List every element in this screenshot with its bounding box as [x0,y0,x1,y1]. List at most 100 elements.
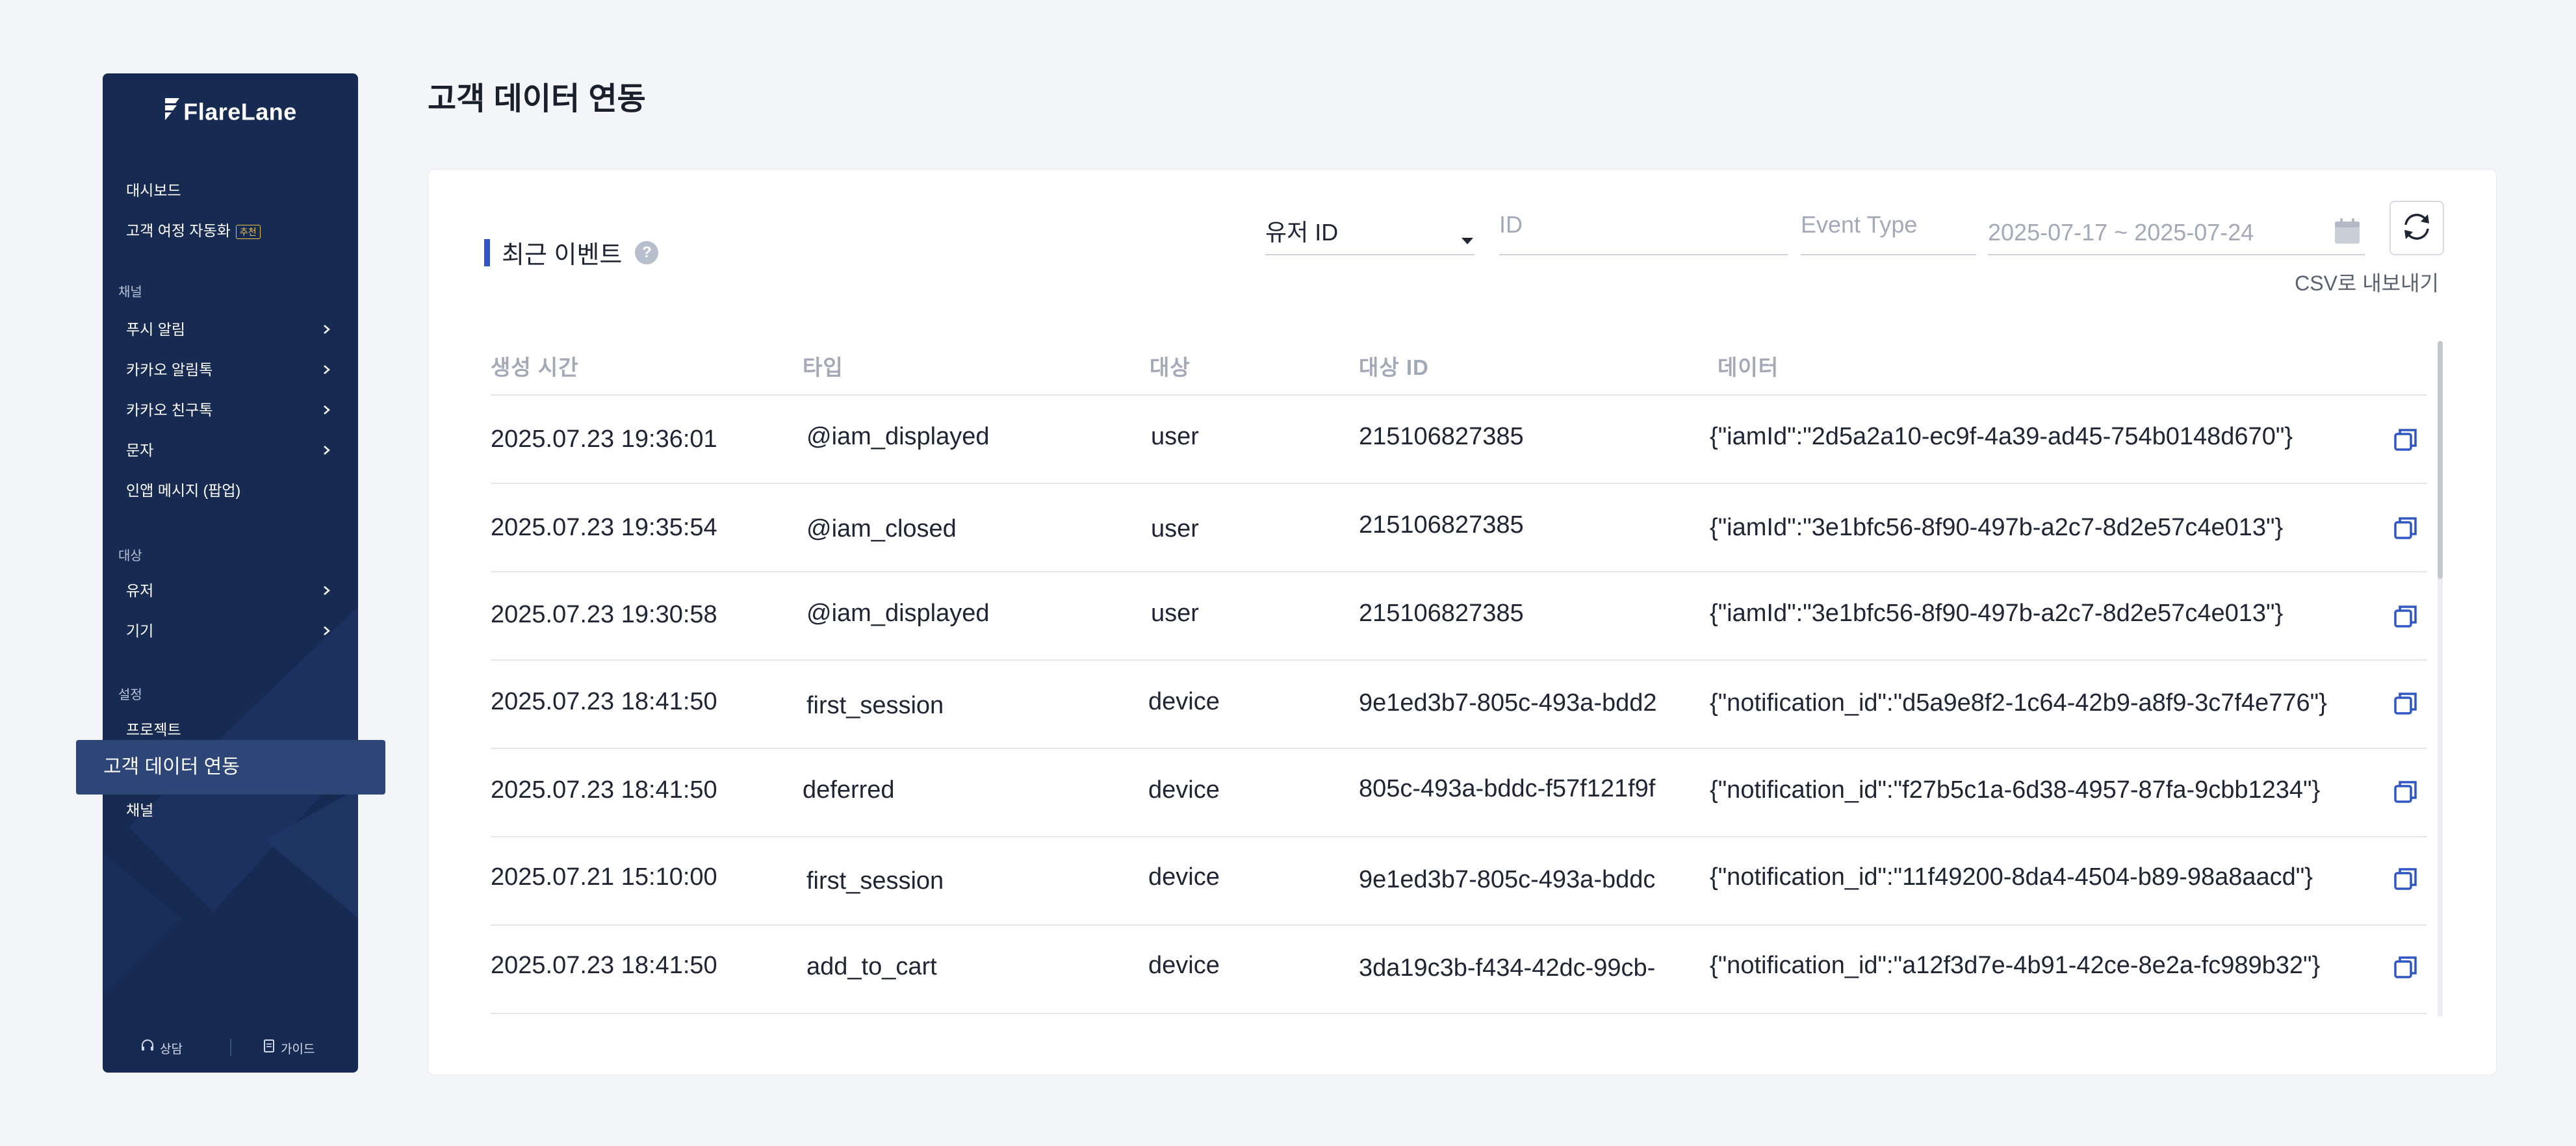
csv-export-link[interactable]: CSV로 내보내기 [2295,267,2439,297]
table-row[interactable]: 2025.07.23 18:41:50 add_to_cart device 3… [491,926,2427,1014]
chevron-right-icon [318,436,334,465]
cell-target: device [1148,776,1220,804]
cell-target: user [1151,423,1199,450]
sidebar-section-channel: 채널 [118,285,142,299]
cell-data: {"iamId":"2d5a2a10-ec9f-4a39-ad45-754b01… [1710,423,2293,450]
cell-created: 2025.07.23 18:41:50 [491,952,717,979]
sidebar-item-label: 푸시 알림 [126,321,186,338]
cell-data: {"iamId":"3e1bfc56-8f90-497b-a2c7-8d2e57… [1710,600,2284,627]
card-title: 최근 이벤트 [502,242,623,269]
copy-icon[interactable] [2391,953,2420,982]
sidebar-item-label: 채널 [126,802,154,819]
chevron-right-icon [318,617,334,645]
cell-created: 2025.07.23 18:41:50 [491,776,717,804]
cell-data: {"notification_id":"d5a9e8f2-1c64-42b9-a… [1710,689,2327,717]
sidebar-item-journey-automation[interactable]: 고객 여정 자동화 추천 [126,216,334,245]
sidebar-item-devices[interactable]: 기기 [126,617,334,645]
cell-type: first_session [806,692,944,719]
brand-logo[interactable]: FlareLane [103,97,358,126]
column-header-type[interactable]: 타입 [803,350,844,381]
sidebar-item-settings-channel[interactable]: 채널 [126,796,334,824]
guide-button[interactable]: 가이드 [263,1039,315,1057]
cell-type: add_to_cart [806,953,937,980]
sidebar-item-label: 유저 [126,582,154,599]
chevron-right-icon [318,396,334,424]
cell-target-id: 215106827385 [1359,600,1524,627]
sidebar-section-settings: 설정 [118,688,142,702]
page-title: 고객 데이터 연동 [428,82,646,116]
sidebar-item-kakao-alimtalk[interactable]: 카카오 알림톡 [126,355,334,384]
consult-label: 상담 [160,1042,183,1056]
headset-icon [140,1039,155,1057]
table-row[interactable]: 2025.07.23 19:36:01 @iam_displayed user … [491,396,2427,484]
sidebar-item-push[interactable]: 푸시 알림 [126,315,334,344]
copy-icon[interactable] [2391,426,2420,454]
sidebar-item-label: 프로젝트 [126,721,181,738]
cell-type: @iam_displayed [806,600,990,627]
caret-down-icon [1460,224,1475,251]
column-header-target[interactable]: 대상 [1150,350,1191,381]
title-accent-bar [484,238,490,266]
sidebar-item-label: 카카오 친구톡 [126,401,213,418]
table-row[interactable]: 2025.07.21 15:10:00 first_session device… [491,837,2427,926]
cell-target: device [1148,688,1220,715]
table-row[interactable]: 2025.07.23 18:41:50 deferred device 805c… [491,749,2427,837]
cell-created: 2025.07.21 15:10:00 [491,863,717,891]
cell-target: user [1151,515,1199,542]
event-type-field[interactable] [1801,202,1976,255]
sidebar-item-sms[interactable]: 문자 [126,436,334,465]
copy-icon[interactable] [2391,689,2420,718]
card-header: 최근 이벤트 ? [484,235,659,270]
sidebar-item-users[interactable]: 유저 [126,576,334,605]
column-header-data[interactable]: 데이터 [1718,350,1779,381]
document-icon [263,1039,276,1057]
table-header: 생성 시간 타입 대상 대상 ID 데이터 [491,342,2427,396]
table-row[interactable]: 2025.07.23 19:35:54 @iam_closed user 215… [491,484,2427,572]
cell-data: {"notification_id":"11f49200-8da4-4504-b… [1710,863,2313,891]
copy-icon[interactable] [2391,865,2420,893]
copy-icon[interactable] [2391,514,2420,542]
consult-button[interactable]: 상담 [140,1039,183,1057]
copy-icon[interactable] [2391,602,2420,631]
id-input[interactable] [1499,211,1788,238]
sidebar: FlareLane 대시보드 고객 여정 자동화 추천 채널 푸시 알림 카카오 … [103,73,358,1073]
sidebar-item-label: 대시보드 [126,182,181,199]
cell-created: 2025.07.23 19:36:01 [491,426,717,453]
brand-name: FlareLane [183,98,297,125]
help-icon[interactable]: ? [635,240,659,264]
calendar-icon[interactable] [2332,216,2362,252]
cell-type: first_session [806,867,944,895]
sidebar-item-data-integration[interactable]: 고객 데이터 연동 [76,740,385,795]
table-row[interactable]: 2025.07.23 18:41:50 first_session device… [491,661,2427,749]
sidebar-item-kakao-friendtalk[interactable]: 카카오 친구톡 [126,396,334,424]
table-scrollbar[interactable] [2438,341,2443,1017]
column-header-target-id[interactable]: 대상 ID [1359,350,1429,381]
cell-target-id: 805c-493a-bddc-f57f121f9f [1359,775,1656,802]
chevron-right-icon [318,355,334,384]
column-header-created[interactable]: 생성 시간 [491,350,579,381]
sidebar-item-inapp-message[interactable]: 인앱 메시지 (팝업) [126,476,334,505]
sidebar-item-label: 인앱 메시지 (팝업) [126,482,241,499]
sidebar-item-label: 카카오 알림톡 [126,361,213,378]
guide-label: 가이드 [281,1042,315,1056]
copy-icon[interactable] [2391,778,2420,806]
scrollbar-thumb[interactable] [2438,341,2443,579]
event-type-input[interactable] [1801,211,1976,238]
recent-events-card: 최근 이벤트 ? 유저 ID 2025-07-17 ~ 2025-07-24 C… [428,169,2497,1075]
refresh-button[interactable] [2389,201,2444,255]
cell-target-id: 3da19c3b-f434-42dc-99cb- [1359,954,1656,982]
chevron-right-icon [318,315,334,344]
cell-target: device [1148,952,1220,979]
sidebar-section-target: 대상 [118,549,142,563]
id-input-field[interactable] [1499,202,1788,255]
date-range-picker[interactable]: 2025-07-17 ~ 2025-07-24 [1988,202,2365,255]
sidebar-item-dashboard[interactable]: 대시보드 [126,176,334,205]
cell-data: {"notification_id":"f27b5c1a-6d38-4957-8… [1710,776,2321,804]
cell-target-id: 215106827385 [1359,511,1524,539]
id-type-select[interactable]: 유저 ID [1265,202,1475,255]
cell-data: {"notification_id":"a12f3d7e-4b91-42ce-8… [1710,952,2321,979]
cell-target: user [1151,600,1199,627]
cell-type: @iam_displayed [806,423,990,450]
table-row[interactable]: 2025.07.23 19:30:58 @iam_displayed user … [491,572,2427,661]
sidebar-item-label: 고객 데이터 연동 [103,756,240,778]
